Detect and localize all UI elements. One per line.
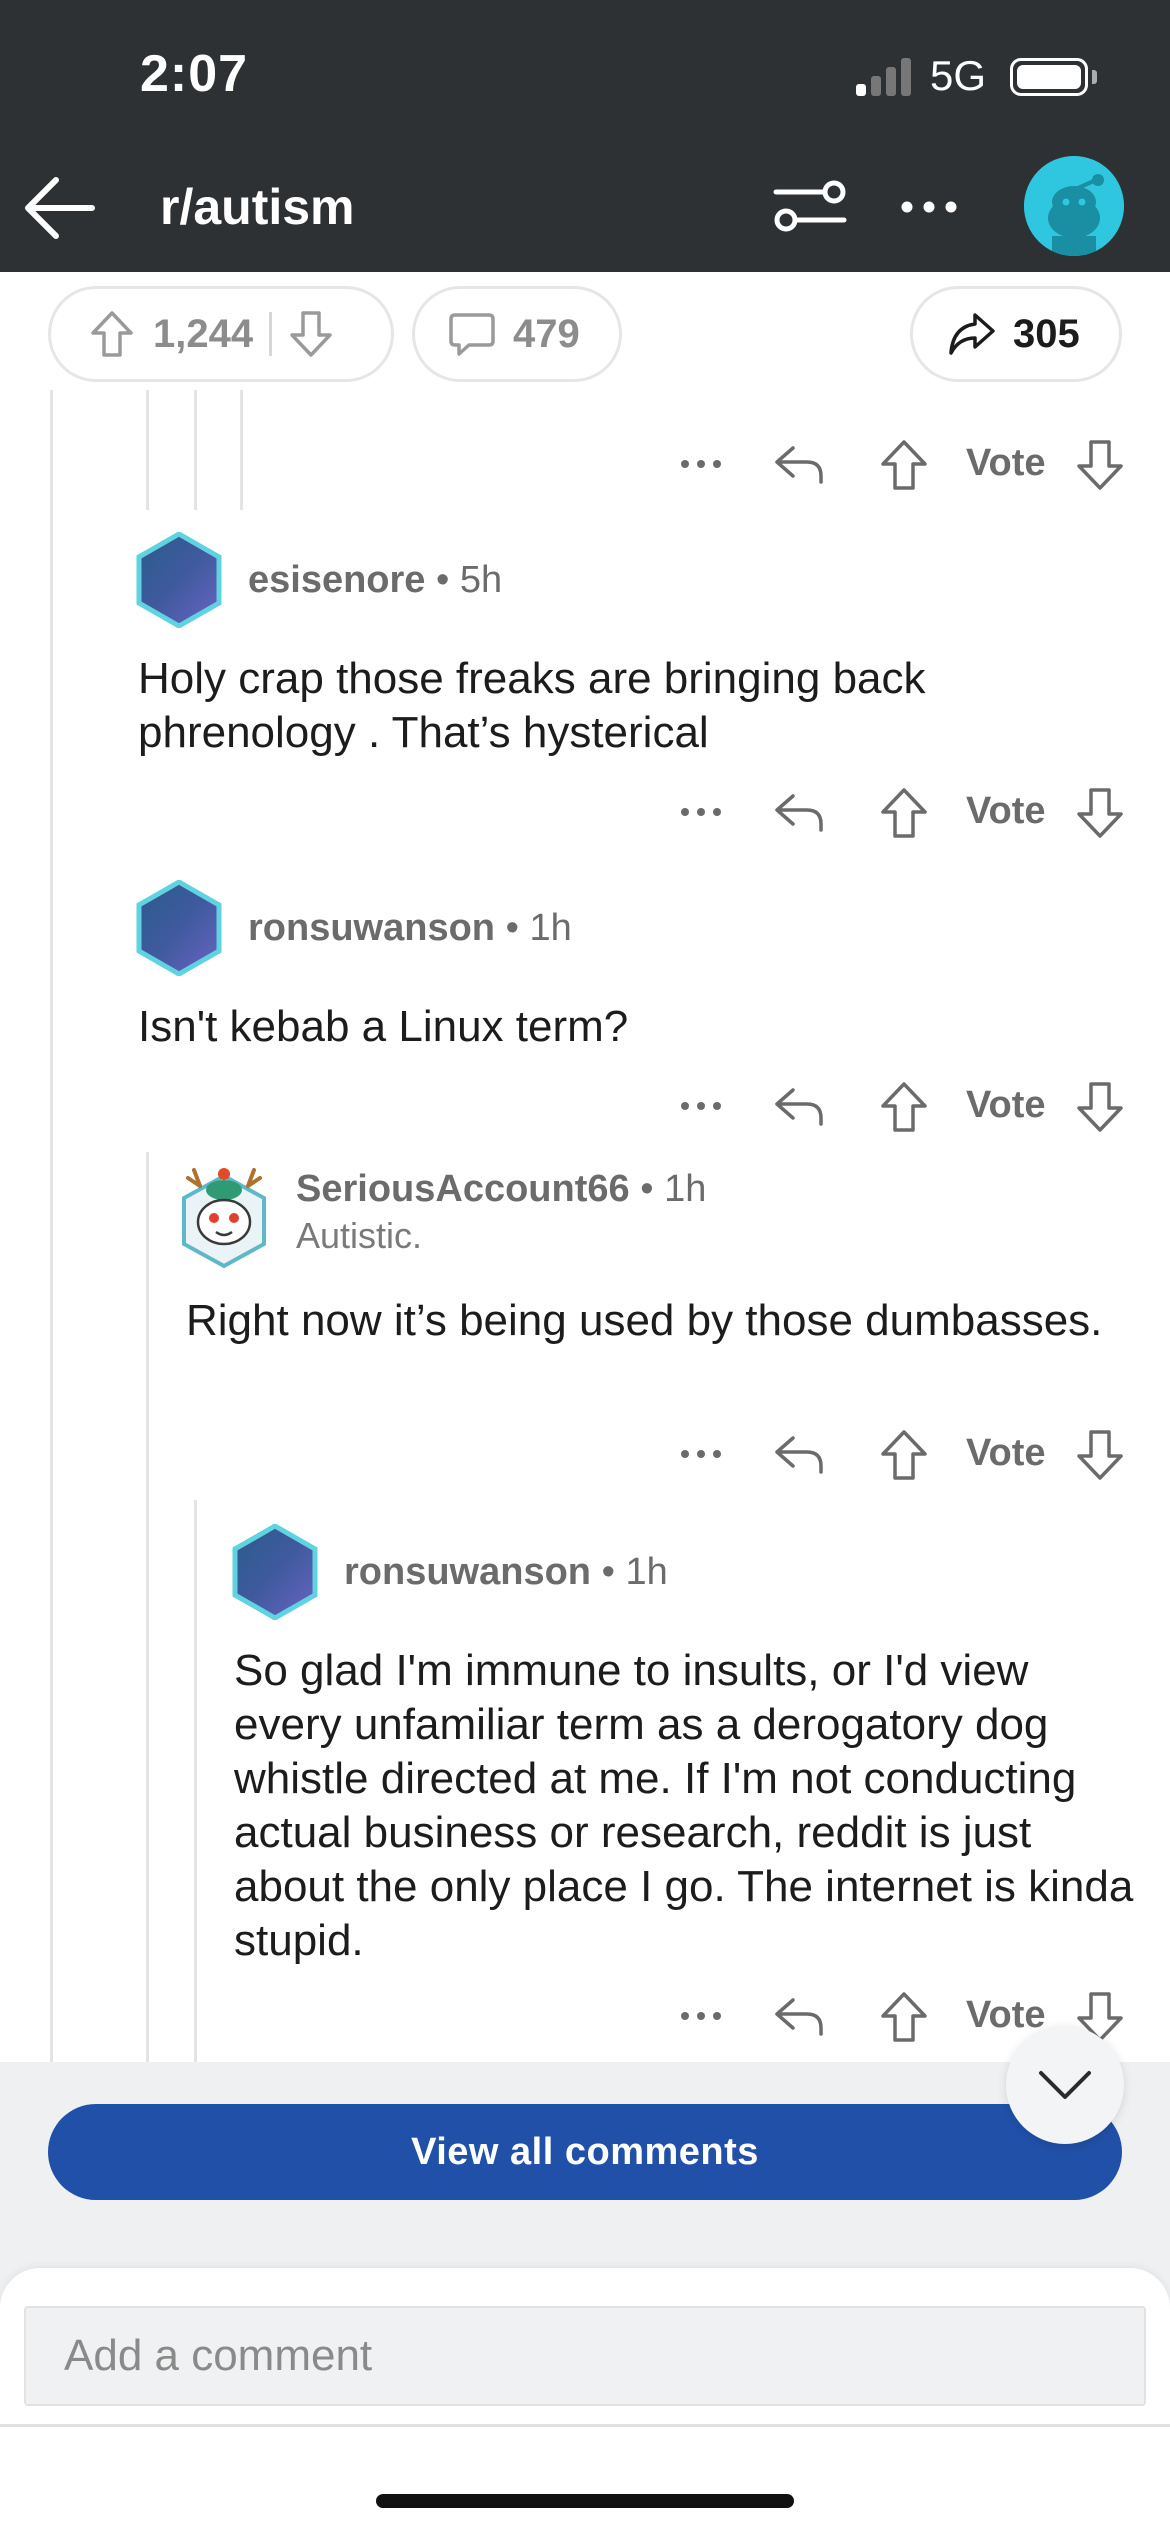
battery-tip xyxy=(1092,70,1097,84)
top-bar: 2:07 5G r/autism xyxy=(0,0,1170,272)
comment-age: 1h xyxy=(664,1167,707,1210)
more-dots-icon[interactable] xyxy=(676,1086,726,1126)
divider xyxy=(0,2424,1170,2427)
network-label: 5G xyxy=(930,52,987,99)
comment-age: 1h xyxy=(529,906,572,949)
thread-line xyxy=(146,390,149,510)
downvote-icon[interactable] xyxy=(1074,786,1126,840)
hexagon-avatar-icon[interactable] xyxy=(136,532,222,628)
thread-line xyxy=(240,390,243,510)
upvote-count: 1,244 xyxy=(153,311,254,356)
downvote-icon[interactable] xyxy=(288,309,334,359)
downvote-icon[interactable] xyxy=(1074,1080,1126,1134)
comments-button[interactable]: 479 xyxy=(412,286,622,382)
user-flair: Autistic. xyxy=(296,1214,423,1256)
snoo-deer-avatar-icon[interactable] xyxy=(178,1156,270,1268)
reply-icon[interactable] xyxy=(771,1992,827,2042)
sort-filter-button[interactable] xyxy=(770,176,850,236)
share-icon xyxy=(949,313,995,355)
more-dots-icon[interactable] xyxy=(676,444,726,484)
comment-header: esisenore • 5h xyxy=(136,532,502,628)
more-dots-icon[interactable] xyxy=(676,1434,726,1474)
upvote-icon[interactable] xyxy=(878,1080,930,1134)
comment-bubble-icon xyxy=(449,313,495,356)
signal-icon xyxy=(856,58,912,96)
share-count: 305 xyxy=(1013,311,1080,356)
chevron-down-icon xyxy=(1039,2071,1091,2099)
back-button[interactable] xyxy=(20,170,100,246)
meta-separator: • xyxy=(601,1550,615,1593)
comment-thread[interactable]: basements Vote esisenore • 5h Holy crap … xyxy=(0,390,1170,2062)
upvote-icon[interactable] xyxy=(878,786,930,840)
reply-icon[interactable] xyxy=(771,1430,827,1480)
post-action-bar: 1,244 479 305 xyxy=(0,272,1170,390)
downvote-icon[interactable] xyxy=(1074,1428,1126,1482)
upvote-icon[interactable] xyxy=(878,1990,930,2044)
comment-header: SeriousAccount66 • 1h Autistic. xyxy=(178,1156,706,1268)
thread-line xyxy=(50,390,53,2062)
hexagon-avatar-icon[interactable] xyxy=(232,1524,318,1620)
meta-separator: • xyxy=(436,558,450,601)
scroll-down-button[interactable] xyxy=(1006,2026,1124,2144)
snoo-avatar-icon xyxy=(1024,156,1124,256)
comment-body: So glad I'm immune to insults, or I'd vi… xyxy=(234,1646,1134,1965)
user-avatar[interactable] xyxy=(1024,156,1124,256)
comment-username[interactable]: ronsuwanson xyxy=(344,1551,591,1593)
vote-pill: 1,244 xyxy=(48,286,394,382)
meta-separator: • xyxy=(640,1167,654,1210)
home-indicator[interactable] xyxy=(376,2494,794,2508)
meta-separator: • xyxy=(505,906,519,949)
hexagon-avatar-icon[interactable] xyxy=(136,880,222,976)
vote-label: Vote xyxy=(966,1432,1046,1474)
comment-body: Holy crap those freaks are bringing back… xyxy=(138,654,926,757)
reply-icon[interactable] xyxy=(771,1082,827,1132)
comment-actions: Vote xyxy=(676,1420,1126,1490)
view-all-comments-button[interactable]: View all comments xyxy=(48,2104,1122,2200)
comment-body: Right now it’s being used by those dumba… xyxy=(186,1296,1103,1345)
vote-label: Vote xyxy=(966,790,1046,832)
thread-line xyxy=(146,1152,149,2062)
comment-username[interactable]: SeriousAccount66 xyxy=(296,1168,630,1210)
comment-count: 479 xyxy=(513,311,580,356)
share-button[interactable]: 305 xyxy=(910,286,1122,382)
comment-actions: Vote xyxy=(676,778,1126,848)
vote-label: Vote xyxy=(966,1084,1046,1126)
thread-line xyxy=(194,390,197,510)
back-arrow-icon xyxy=(25,177,95,239)
status-time: 2:07 xyxy=(140,45,249,103)
comment-age: 5h xyxy=(459,558,503,601)
comment-age: 1h xyxy=(625,1550,668,1593)
battery-icon xyxy=(1010,58,1088,96)
add-comment-input[interactable] xyxy=(24,2306,1146,2406)
comment-username[interactable]: esisenore xyxy=(248,559,425,601)
vote-label: Vote xyxy=(966,1994,1046,2036)
reply-icon[interactable] xyxy=(771,440,827,490)
vote-label: Vote xyxy=(966,442,1046,484)
more-dots-icon[interactable] xyxy=(676,1996,726,2036)
comment-username[interactable]: ronsuwanson xyxy=(248,907,495,949)
comment-composer xyxy=(0,2268,1170,2532)
more-dots-icon xyxy=(901,201,957,213)
vote-divider xyxy=(269,312,273,356)
comment-header: ronsuwanson • 1h xyxy=(232,1524,668,1620)
comment-body: Isn't kebab a Linux term? xyxy=(138,1002,629,1051)
more-options-button[interactable] xyxy=(898,182,960,232)
reply-icon[interactable] xyxy=(771,788,827,838)
subreddit-title[interactable]: r/autism xyxy=(160,178,355,236)
more-dots-icon[interactable] xyxy=(676,792,726,832)
sliders-icon xyxy=(773,180,847,232)
comment-actions: Vote xyxy=(676,430,1126,500)
downvote-icon[interactable] xyxy=(1074,438,1126,492)
comment-header: ronsuwanson • 1h xyxy=(136,880,572,976)
thread-line xyxy=(194,1500,197,2062)
upvote-icon[interactable] xyxy=(878,438,930,492)
comment-actions: Vote xyxy=(676,1072,1126,1142)
upvote-icon[interactable] xyxy=(89,309,135,359)
upvote-icon[interactable] xyxy=(878,1428,930,1482)
